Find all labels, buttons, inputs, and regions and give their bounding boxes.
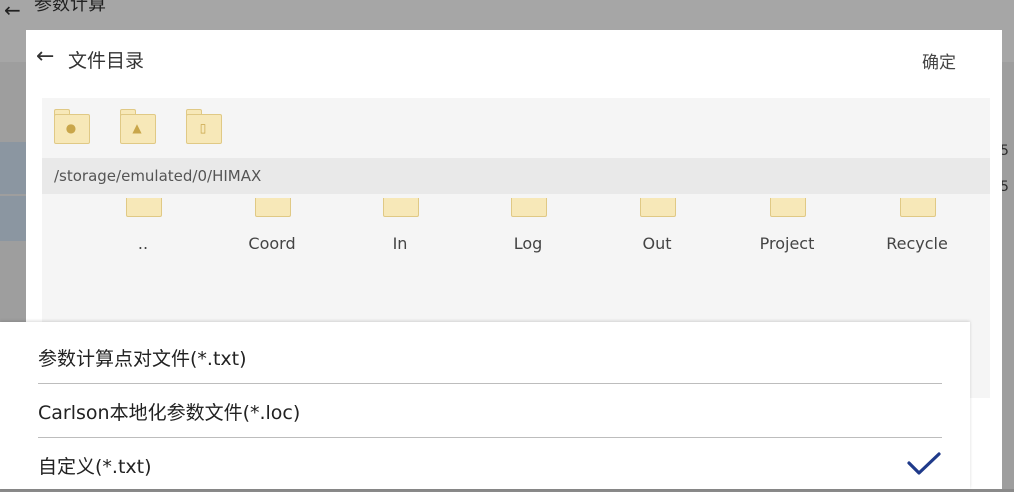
folder-icon [126,198,162,217]
folder-label: Project [759,234,815,253]
folder-label: .. [137,234,149,253]
file-type-sheet: 参数计算点对文件(*.txt) Carlson本地化参数文件(*.loc) 自定… [0,322,970,489]
folder-item-coord[interactable]: Coord [217,198,327,268]
folder-item-log[interactable]: Log [473,198,583,268]
back-arrow-icon[interactable]: ← [36,44,54,69]
folder-item-project[interactable]: Project [732,198,842,268]
path-bar: /storage/emulated/0/HIMAX [42,158,990,194]
folder-user-icon[interactable]: ▲ [120,106,156,144]
folder-label: Recycle [886,234,948,253]
folder-item-out[interactable]: Out [602,198,712,268]
folder-icon [383,198,419,217]
current-path: /storage/emulated/0/HIMAX [54,167,262,185]
file-type-label: Carlson本地化参数文件(*.loc) [38,402,301,424]
folder-item-in[interactable]: In [345,198,455,268]
folder-icon [640,198,676,217]
folder-label: In [392,234,408,253]
dialog-title: 文件目录 [68,50,145,72]
folder-grid: .. Coord In Log Out Project Recycle [42,198,990,278]
folder-icon [770,198,806,217]
folder-item-recycle[interactable]: Recycle [862,198,972,268]
folder-label: Log [513,234,543,253]
folder-storage-icon[interactable]: ▯ [186,106,222,144]
folder-item-parent[interactable]: .. [88,198,198,268]
checkmark-icon [907,452,941,475]
dialog-header: ← 文件目录 确定 [26,30,1002,90]
folder-home-icon[interactable]: ● [54,106,90,144]
folder-label: Coord [248,234,296,253]
file-type-option-selected[interactable]: 自定义(*.txt) [0,438,942,492]
file-type-label: 自定义(*.txt) [38,456,152,478]
file-type-option[interactable]: Carlson本地化参数文件(*.loc) [0,384,942,438]
folder-icon [511,198,547,217]
file-type-option[interactable]: 参数计算点对文件(*.txt) [0,330,942,384]
folder-label: Out [642,234,672,253]
file-type-label: 参数计算点对文件(*.txt) [38,348,247,370]
confirm-button[interactable]: 确定 [922,48,956,73]
folder-icon [900,198,936,217]
folder-icon [255,198,291,217]
